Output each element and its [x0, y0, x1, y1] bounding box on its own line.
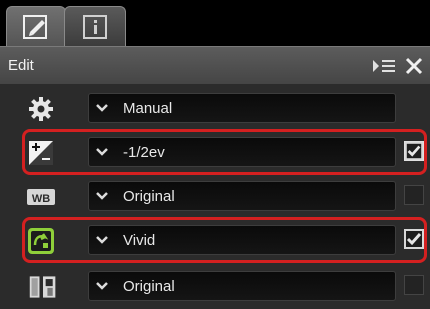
row-shooting-mode: Manual	[0, 86, 430, 130]
wb-label: WB	[32, 193, 50, 205]
panel-title: Edit	[8, 57, 34, 74]
info-icon	[83, 15, 107, 39]
exposure-compensation-icon	[29, 141, 53, 165]
exposure-dropdown[interactable]: -1/2ev	[88, 137, 396, 167]
white-balance-dropdown[interactable]: Original	[88, 181, 396, 211]
row-exposure-compensation: -1/2ev	[0, 130, 430, 174]
picture-control-dropdown[interactable]: Vivid	[88, 225, 396, 255]
exposure-checkbox[interactable]	[404, 141, 424, 161]
picture-control-checkbox[interactable]	[404, 229, 424, 249]
dropdown-value: Original	[123, 188, 175, 205]
close-icon[interactable]	[404, 56, 424, 76]
row-active-d-lighting: Original	[0, 264, 430, 308]
list-menu-icon[interactable]	[372, 57, 396, 75]
edit-pencil-icon	[23, 15, 47, 39]
chevron-down-icon	[96, 148, 108, 156]
active-d-lighting-dropdown[interactable]: Original	[88, 271, 396, 301]
chevron-down-icon	[96, 104, 108, 112]
tab-info[interactable]	[64, 6, 126, 46]
active-d-lighting-icon	[29, 276, 56, 298]
row-white-balance: WB Original	[0, 174, 430, 218]
gear-icon	[29, 97, 53, 121]
chevron-down-icon	[96, 282, 108, 290]
active-d-lighting-checkbox[interactable]	[404, 275, 424, 295]
dropdown-value: Vivid	[123, 232, 156, 249]
edit-header: Edit	[0, 46, 430, 84]
row-picture-control: Vivid	[0, 218, 430, 262]
dropdown-value: Manual	[123, 100, 173, 117]
tab-strip	[0, 0, 430, 46]
chevron-down-icon	[96, 192, 108, 200]
tab-edit[interactable]	[6, 6, 66, 46]
white-balance-checkbox[interactable]	[404, 185, 424, 205]
picture-control-icon	[28, 228, 54, 254]
dropdown-value: -1/2ev	[123, 144, 165, 161]
white-balance-icon: WB	[27, 189, 55, 205]
shooting-mode-dropdown[interactable]: Manual	[88, 93, 396, 123]
dropdown-value: Original	[123, 278, 175, 295]
settings-panel: Manual -1/2ev WB Original Vivid Original	[0, 84, 430, 309]
chevron-down-icon	[96, 236, 108, 244]
